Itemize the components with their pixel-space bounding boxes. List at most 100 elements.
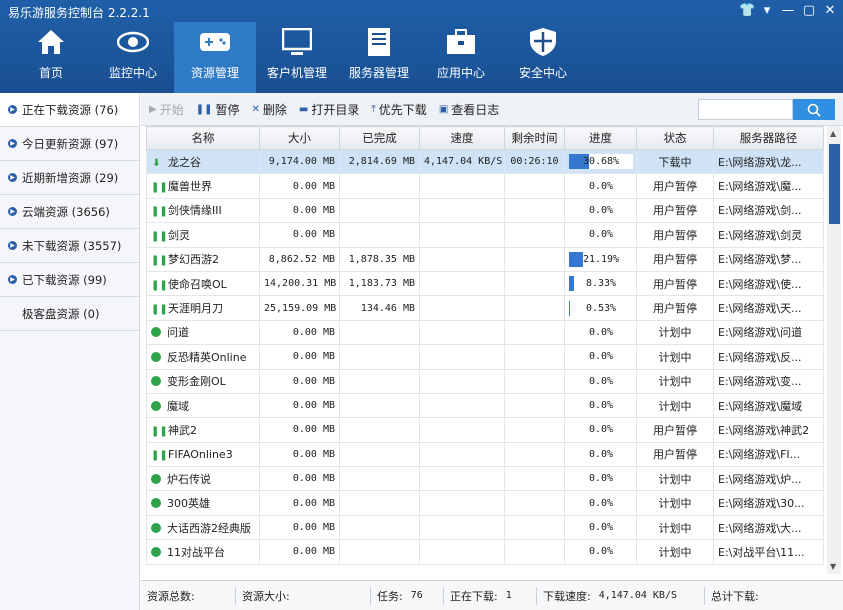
cell-path: E:\网络游戏\剑灵	[713, 222, 824, 248]
sidebar-item-label: 正在下载资源 (76)	[22, 102, 119, 117]
cell-status: 计划中	[636, 344, 714, 370]
table-row[interactable]: ❚❚FIFAOnline3 0.00 MB 0.0% 用户暂停 E:\网络游戏\FI..…	[146, 441, 824, 468]
sidebar-item-6[interactable]: 极客盘资源 (0)	[0, 297, 139, 331]
table-row[interactable]: 反恐精英Online 0.00 MB 0.0% 计划中 E:\网络游戏\反...	[146, 344, 824, 370]
chevron-right-icon: ▶	[8, 275, 17, 284]
table-row[interactable]: 炉石传说 0.00 MB 0.0% 计划中 E:\网络游戏\炉...	[146, 466, 824, 492]
nav-item-6[interactable]: 安全中心	[502, 22, 584, 93]
clock-icon	[151, 473, 161, 484]
column-header[interactable]: 名称	[146, 126, 260, 150]
progress-bar: 0.0%	[569, 398, 633, 414]
cell-remain	[504, 270, 565, 297]
cell-done	[339, 368, 420, 394]
progress-fill	[569, 276, 575, 292]
nav-item-0[interactable]: 首页	[10, 22, 92, 93]
cell-size: 0.00 MB	[259, 344, 340, 370]
priority-download-button[interactable]: ⤒ 优先下载	[371, 101, 426, 118]
scroll-thumb[interactable]	[829, 144, 840, 224]
sidebar-item-5[interactable]: ▶ 已下载资源 (99)	[0, 263, 139, 297]
table-row[interactable]: 300英雄 0.00 MB 0.0% 计划中 E:\网络游戏\30...	[146, 490, 824, 516]
status-bar: 资源总数: 资源大小: 任务: 76 正在下载: 1 下载速度: 4,147.04 K…	[141, 580, 843, 610]
clock-icon	[151, 498, 161, 509]
nav-item-4[interactable]: 服务器管理	[338, 22, 420, 93]
table-row[interactable]: 大话西游2经典版 0.00 MB 0.0% 计划中 E:\网络游戏\大...	[146, 514, 824, 541]
sidebar-item-0[interactable]: ▶ 正在下载资源 (76)	[0, 93, 139, 127]
download-arrow-icon: ⬇	[152, 157, 161, 169]
maximize-icon[interactable]: ▢	[802, 3, 816, 19]
progress-bar: 0.0%	[569, 520, 633, 536]
cell-name: 11对战平台	[146, 539, 260, 565]
search-button[interactable]	[793, 99, 835, 120]
column-header[interactable]: 大小	[259, 126, 340, 150]
column-header[interactable]: 服务器路径	[713, 126, 824, 150]
delete-button[interactable]: ✕ 删除	[252, 101, 287, 118]
sidebar-item-2[interactable]: ▶ 近期新增资源 (29)	[0, 161, 139, 195]
sidebar-item-4[interactable]: ▶ 未下载资源 (3557)	[0, 229, 139, 263]
progress-fill	[569, 251, 583, 267]
table-header: 名称 大小 已完成 速度 剩余时间 进度 状态 服务器路径	[146, 126, 824, 150]
minimize-icon[interactable]: —	[781, 3, 795, 19]
downloading-count: 正在下载: 1	[444, 586, 537, 605]
cell-speed	[419, 514, 505, 541]
resource-size: 资源大小:	[236, 586, 371, 605]
cell-status: 用户暂停	[636, 222, 714, 248]
column-header[interactable]: 进度	[564, 126, 637, 150]
nav-label: 应用中心	[436, 66, 485, 80]
pause-button[interactable]: ❚❚ 暂停	[196, 101, 240, 118]
cell-remain	[504, 197, 565, 224]
cell-path: E:\网络游戏\剑...	[713, 197, 824, 224]
scroll-down-icon[interactable]: ▼	[830, 562, 836, 571]
table-row[interactable]: ❚❚梦幻西游2 8,862.52 MB 1,878.35 MB 21.19% 用户暂停 E…	[146, 246, 824, 272]
table-row[interactable]: ❚❚使命召唤OL 14,200.31 MB 1,183.73 MB 8.33% 用户暂停…	[146, 270, 824, 297]
cell-speed	[419, 490, 505, 516]
column-header[interactable]: 速度	[419, 126, 505, 150]
sidebar-item-3[interactable]: ▶ 云端资源 (3656)	[0, 195, 139, 229]
table-row[interactable]: 11对战平台 0.00 MB 0.0% 计划中 E:\对战平台\11...	[146, 539, 824, 565]
vertical-scrollbar[interactable]: ▲ ▼	[827, 126, 841, 574]
cell-done: 2,814.69 MB	[339, 148, 420, 175]
progress-bar: 0.0%	[569, 178, 633, 194]
play-icon: ▶	[149, 103, 157, 115]
cell-speed	[419, 319, 505, 346]
column-header[interactable]: 剩余时间	[504, 126, 565, 150]
column-header[interactable]: 已完成	[339, 126, 420, 150]
cell-name: ❚❚FIFAOnline3	[146, 441, 260, 468]
cell-speed	[419, 246, 505, 272]
table-row[interactable]: 问道 0.00 MB 0.0% 计划中 E:\网络游戏\问道	[146, 319, 824, 346]
table-row[interactable]: ❚❚剑侠情缘III 0.00 MB 0.0% 用户暂停 E:\网络游戏\剑...	[146, 197, 824, 224]
progress-bar: 0.0%	[569, 373, 633, 389]
cell-path: E:\网络游戏\神武2	[713, 417, 824, 443]
cell-done	[339, 514, 420, 541]
table-row[interactable]: ❚❚魔兽世界 0.00 MB 0.0% 用户暂停 E:\网络游戏\魔...	[146, 173, 824, 199]
cell-status: 计划中	[636, 319, 714, 346]
table-row[interactable]: 变形金刚OL 0.00 MB 0.0% 计划中 E:\网络游戏\变...	[146, 368, 824, 394]
cell-status: 用户暂停	[636, 246, 714, 272]
nav-item-1[interactable]: 监控中心	[92, 22, 174, 93]
column-header[interactable]: 状态	[636, 126, 714, 150]
open-dir-button[interactable]: ▬ 打开目录	[299, 101, 359, 118]
table-row[interactable]: ❚❚神武2 0.00 MB 0.0% 用户暂停 E:\网络游戏\神武2	[146, 417, 824, 443]
cell-size: 0.00 MB	[259, 173, 340, 199]
table-row[interactable]: 魔域 0.00 MB 0.0% 计划中 E:\网络游戏\魔域	[146, 392, 824, 419]
nav-item-2[interactable]: 资源管理	[174, 22, 256, 93]
table-row[interactable]: ⬇ 龙之谷 9,174.00 MB 2,814.69 MB 4,147.04 KB/S 0…	[146, 148, 824, 175]
cell-status: 计划中	[636, 368, 714, 394]
sidebar-item-1[interactable]: ▶ 今日更新资源 (97)	[0, 127, 139, 161]
nav-item-5[interactable]: 应用中心	[420, 22, 502, 93]
nav-item-3[interactable]: 客户机管理	[256, 22, 338, 93]
skin-icon[interactable]: 👕	[739, 3, 755, 19]
table-row[interactable]: ❚❚天涯明月刀 25,159.09 MB 134.46 MB 0.53% 用户暂停 E:\…	[146, 295, 824, 321]
cell-done	[339, 344, 420, 370]
cell-done	[339, 197, 420, 224]
menu-icon[interactable]: ▾	[760, 3, 774, 19]
table-row[interactable]: ❚❚剑灵 0.00 MB 0.0% 用户暂停 E:\网络游戏\剑灵	[146, 222, 824, 248]
progress-bar: 0.0%	[569, 349, 633, 365]
monitor-icon	[281, 26, 313, 58]
close-icon[interactable]: ✕	[823, 3, 837, 19]
search-input[interactable]	[698, 99, 793, 120]
paused-icon: ❚❚	[151, 255, 168, 267]
view-log-button[interactable]: ▣ 查看日志	[439, 101, 499, 118]
paused-icon: ❚❚	[151, 279, 168, 291]
scroll-up-icon[interactable]: ▲	[830, 129, 836, 138]
start-button[interactable]: ▶ 开始	[149, 101, 184, 118]
